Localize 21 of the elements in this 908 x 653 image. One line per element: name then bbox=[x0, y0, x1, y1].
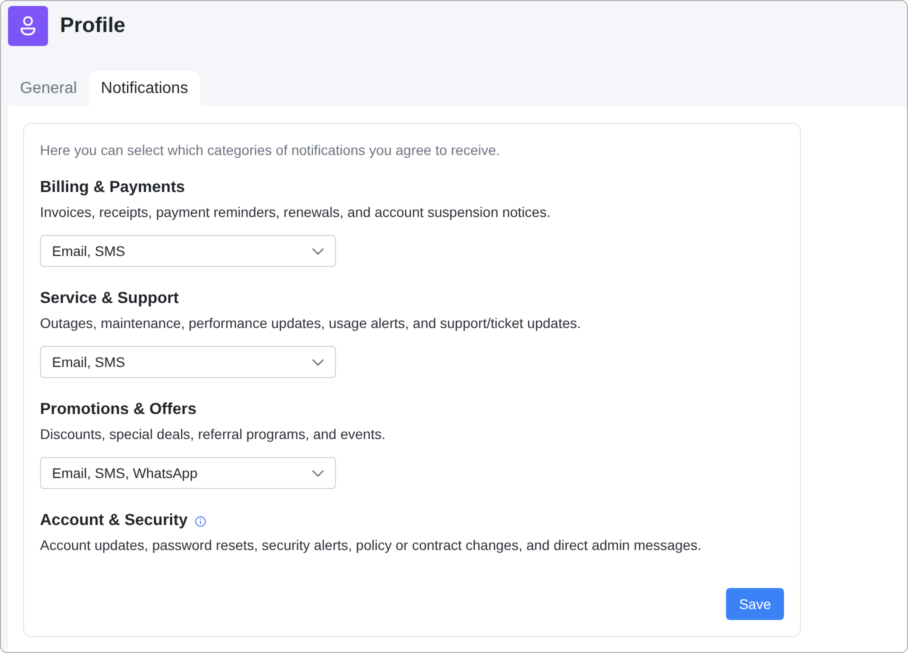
channel-select[interactable]: Email, SMS bbox=[40, 346, 336, 378]
category-description: Invoices, receipts, payment reminders, renewals, and account suspension notices. bbox=[40, 203, 552, 222]
page-title: Profile bbox=[60, 14, 126, 38]
channel-select[interactable]: Email, SMS bbox=[40, 235, 336, 267]
save-button[interactable]: Save bbox=[726, 588, 784, 620]
category-description: Discounts, special deals, referral programs, and events. bbox=[40, 425, 386, 444]
category-description: Outages, maintenance, performance updates, usage alerts, and support/ticket updates. bbox=[40, 314, 582, 333]
category-title: Account & Security bbox=[40, 511, 188, 531]
chevron-down-icon bbox=[312, 248, 324, 254]
category-title: Promotions & Offers bbox=[40, 400, 196, 420]
intro-text: Here you can select which categories of notifications you agree to receive. bbox=[40, 141, 501, 160]
user-icon bbox=[8, 6, 48, 46]
chevron-down-icon bbox=[312, 470, 324, 476]
category-title: Service & Support bbox=[40, 289, 179, 309]
category-title: Billing & Payments bbox=[40, 178, 185, 198]
chevron-down-icon bbox=[312, 358, 324, 366]
channel-select[interactable]: Email, SMS, WhatsApp bbox=[40, 457, 336, 489]
tab[interactable]: Notifications bbox=[88, 71, 200, 106]
info-icon[interactable] bbox=[194, 516, 206, 526]
category-description: Account updates, password resets, security alerts, policy or contract changes, and direct admin messages. bbox=[40, 536, 702, 555]
tab[interactable]: General bbox=[8, 71, 89, 106]
